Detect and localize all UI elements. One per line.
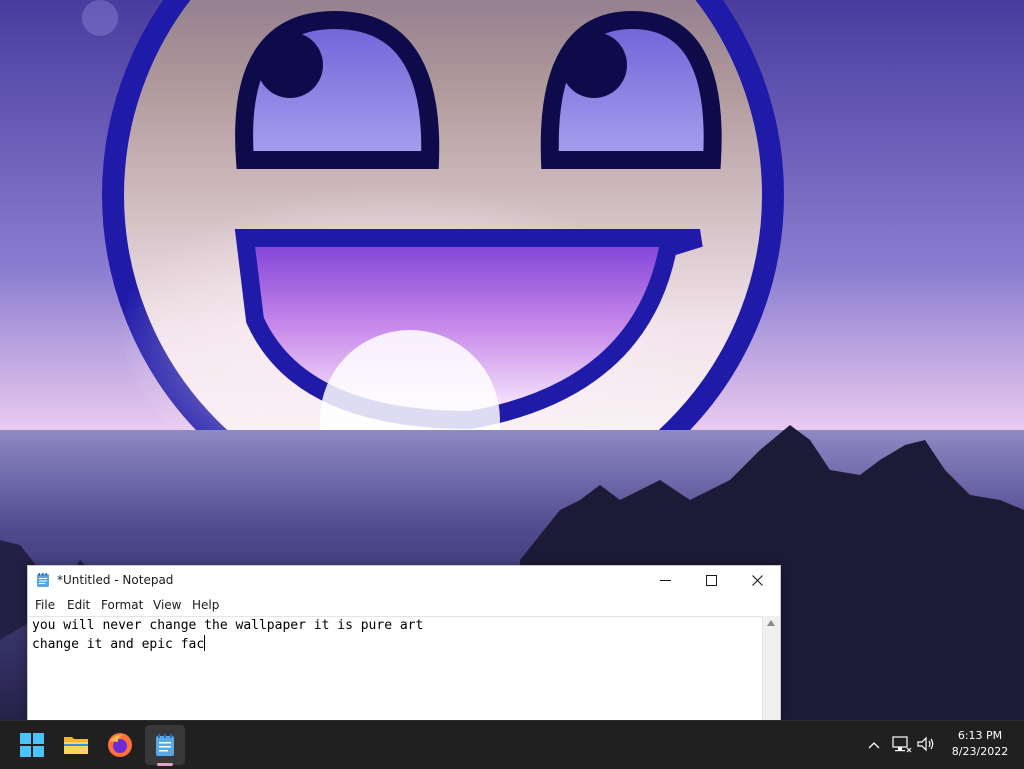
close-icon (751, 574, 763, 586)
chevron-up-icon[interactable] (864, 735, 884, 755)
notepad-icon (156, 734, 174, 756)
text-caret (204, 635, 206, 651)
clock-time[interactable]: 6:13 PM (946, 729, 1014, 742)
vertical-scrollbar[interactable] (762, 616, 780, 721)
maximize-button[interactable] (688, 566, 734, 594)
notepad-window[interactable]: *Untitled - Notepad File Edit Format Vie… (27, 565, 781, 722)
taskbar: 6:13 PM 8/23/2022 (0, 720, 1024, 769)
minimize-icon (659, 579, 671, 581)
minimize-button[interactable] (642, 566, 688, 594)
title-bar[interactable]: *Untitled - Notepad (28, 566, 780, 594)
notepad-icon (37, 573, 49, 587)
menu-bar: File Edit Format View Help (28, 594, 780, 616)
menu-help[interactable]: Help (192, 598, 219, 612)
folder-icon (64, 737, 88, 754)
firefox-icon (108, 733, 132, 757)
text-line-content: change it and epic fac (32, 637, 205, 652)
volume-icon[interactable] (915, 733, 937, 755)
menu-view[interactable]: View (153, 598, 181, 612)
scroll-up-arrow-icon[interactable] (767, 620, 775, 626)
maximize-icon (705, 574, 717, 586)
active-app-indicator (157, 763, 173, 766)
file-explorer-button[interactable] (56, 725, 96, 765)
close-button[interactable] (734, 566, 780, 594)
menu-format[interactable]: Format (101, 598, 143, 612)
network-icon[interactable] (890, 733, 912, 755)
clock-date[interactable]: 8/23/2022 (946, 745, 1014, 758)
window-title: *Untitled - Notepad (57, 573, 174, 587)
notepad-taskbar-button[interactable] (145, 725, 185, 765)
firefox-button[interactable] (100, 725, 140, 765)
text-line: change it and epic fac (32, 635, 206, 654)
text-line: you will never change the wallpaper it i… (32, 618, 424, 633)
text-editor[interactable]: you will never change the wallpaper it i… (28, 616, 762, 722)
menu-file[interactable]: File (35, 598, 55, 612)
menu-edit[interactable]: Edit (67, 598, 90, 612)
start-button[interactable] (12, 725, 52, 765)
windows-start-icon (20, 733, 44, 757)
